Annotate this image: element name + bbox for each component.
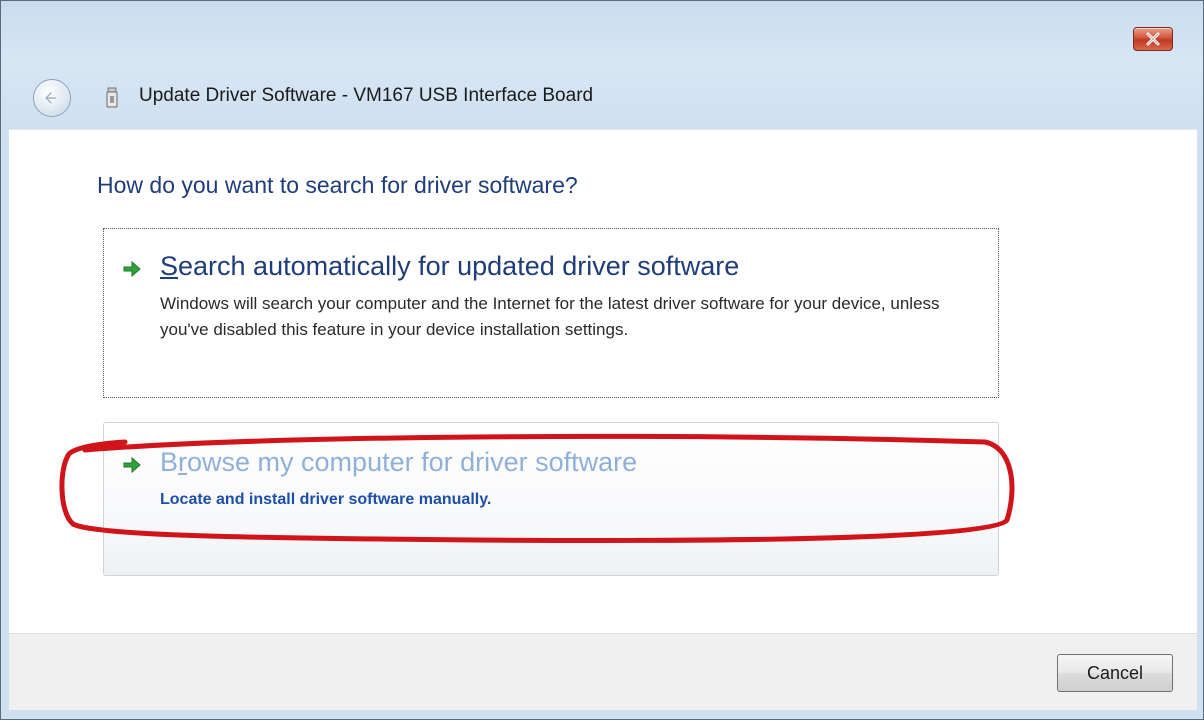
window-bottom-frame xyxy=(1,709,1203,719)
close-icon xyxy=(1146,32,1160,46)
green-arrow-icon xyxy=(123,456,141,474)
title-text: owse my computer for driver software xyxy=(187,447,638,477)
browse-computer-description: Locate and install driver software manua… xyxy=(160,491,492,508)
window-title: Update Driver Software - VM167 USB Inter… xyxy=(139,85,594,106)
wizard-content: How do you want to search for driver sof… xyxy=(9,129,1197,634)
search-automatically-description: Windows will search your computer and th… xyxy=(160,294,940,339)
accelerator-key: S xyxy=(160,251,179,281)
update-driver-window: Update Driver Software - VM167 USB Inter… xyxy=(0,0,1204,720)
search-automatically-title: Search automatically for updated driver … xyxy=(160,251,739,282)
close-button[interactable] xyxy=(1133,27,1173,51)
browse-computer-title: Browse my computer for driver software xyxy=(160,447,637,478)
browse-computer-option[interactable]: Browse my computer for driver software L… xyxy=(103,422,999,576)
title-text: earch automatically for updated driver s… xyxy=(178,251,740,281)
back-button[interactable] xyxy=(33,79,71,117)
search-automatically-option[interactable]: Search automatically for updated driver … xyxy=(103,228,999,398)
window-title-area: Update Driver Software - VM167 USB Inter… xyxy=(1,1,1203,129)
green-arrow-icon xyxy=(123,260,141,278)
cancel-button[interactable]: Cancel xyxy=(1057,654,1173,692)
usb-device-icon xyxy=(106,87,118,108)
wizard-footer: Cancel xyxy=(9,633,1197,710)
title-first-letter: B xyxy=(160,447,179,477)
accelerator-key: r xyxy=(178,447,188,477)
back-arrow-icon xyxy=(44,91,58,105)
page-heading: How do you want to search for driver sof… xyxy=(97,172,578,198)
